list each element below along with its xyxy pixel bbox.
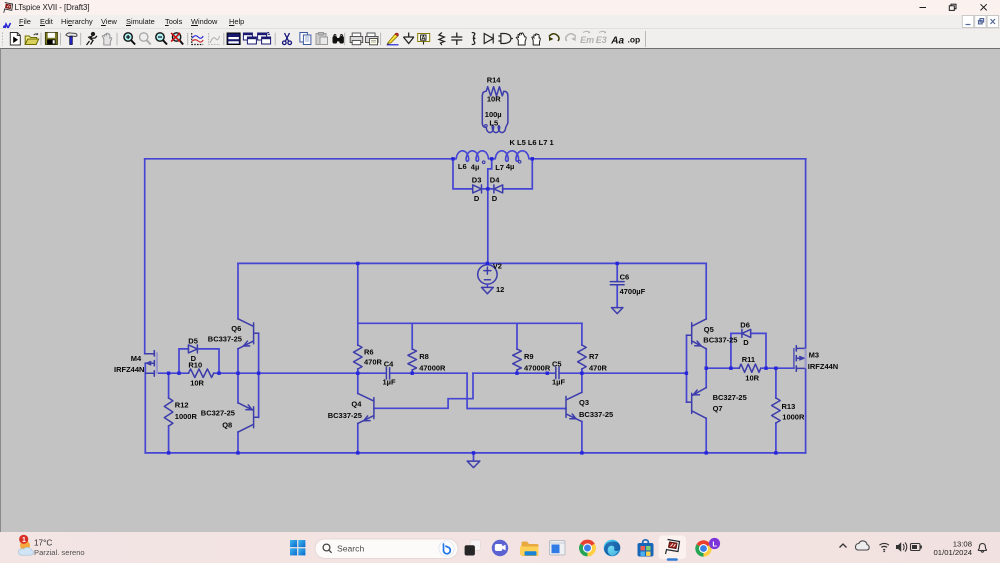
svg-text:IRFZ44N: IRFZ44N	[114, 365, 144, 374]
svg-text:Q5: Q5	[704, 325, 714, 334]
svg-text:R11: R11	[742, 355, 755, 364]
svg-text:BC337-25: BC337-25	[579, 410, 613, 419]
svg-text:D6: D6	[740, 320, 750, 329]
svg-text:BC327-25: BC327-25	[201, 408, 235, 417]
svg-text:R8: R8	[419, 352, 429, 361]
svg-text:Parzial. sereno: Parzial. sereno	[34, 548, 85, 557]
svg-text:R7: R7	[589, 352, 599, 361]
svg-text:4µ: 4µ	[506, 162, 515, 171]
svg-text:1µF: 1µF	[552, 378, 565, 387]
svg-text:D: D	[492, 194, 498, 203]
svg-text:D3: D3	[472, 175, 482, 184]
svg-text:BC337-25: BC337-25	[208, 335, 242, 344]
svg-text:K L5 L6 L7 1: K L5 L6 L7 1	[510, 138, 554, 147]
svg-text:4µ: 4µ	[471, 162, 480, 171]
svg-text:470R: 470R	[364, 357, 383, 366]
svg-text:R13: R13	[782, 402, 796, 411]
svg-text:1µF: 1µF	[383, 378, 396, 387]
svg-text:Q7: Q7	[713, 404, 723, 413]
svg-text:L7: L7	[495, 163, 504, 172]
svg-text:C5: C5	[552, 360, 562, 369]
svg-text:D5: D5	[188, 336, 198, 345]
svg-text:Search: Search	[337, 543, 364, 553]
svg-text:17°C: 17°C	[34, 538, 52, 547]
svg-text:C6: C6	[620, 272, 630, 281]
svg-text:M3: M3	[809, 351, 819, 360]
svg-text:R9: R9	[524, 352, 534, 361]
svg-text:Q8: Q8	[222, 420, 232, 429]
svg-text:10R: 10R	[487, 94, 501, 103]
svg-text:V2: V2	[493, 261, 502, 270]
svg-text:1: 1	[22, 537, 26, 544]
svg-text:BC337-25: BC337-25	[703, 336, 737, 345]
svg-text:M4: M4	[131, 354, 142, 363]
svg-text:D4: D4	[490, 175, 500, 184]
svg-text:01/01/2024: 01/01/2024	[934, 548, 973, 557]
svg-text:BC337-25: BC337-25	[328, 411, 362, 420]
svg-text:R6: R6	[364, 348, 374, 357]
svg-text:Q4: Q4	[351, 400, 362, 409]
svg-text:Q6: Q6	[231, 324, 241, 333]
svg-text:R12: R12	[175, 400, 189, 409]
svg-text:Q3: Q3	[579, 398, 589, 407]
svg-text:47000R: 47000R	[419, 363, 446, 372]
svg-text:C4: C4	[384, 360, 394, 369]
svg-text:IRFZ44N: IRFZ44N	[808, 362, 838, 371]
svg-text:12: 12	[496, 285, 504, 294]
svg-text:10R: 10R	[745, 374, 759, 383]
svg-text:BC327-25: BC327-25	[713, 393, 747, 402]
svg-text:L6: L6	[458, 162, 467, 171]
svg-text:D: D	[743, 338, 749, 347]
svg-text:R10: R10	[188, 361, 202, 370]
svg-text:1000R: 1000R	[175, 412, 198, 421]
svg-text:4700µF: 4700µF	[620, 287, 646, 296]
svg-text:D: D	[474, 194, 480, 203]
svg-text:L5: L5	[489, 118, 498, 127]
svg-text:L: L	[712, 539, 717, 548]
svg-text:1000R: 1000R	[782, 412, 805, 421]
svg-text:47000R: 47000R	[524, 363, 551, 372]
svg-text:R14: R14	[487, 76, 502, 85]
svg-text:10R: 10R	[190, 378, 204, 387]
svg-text:470R: 470R	[589, 363, 608, 372]
